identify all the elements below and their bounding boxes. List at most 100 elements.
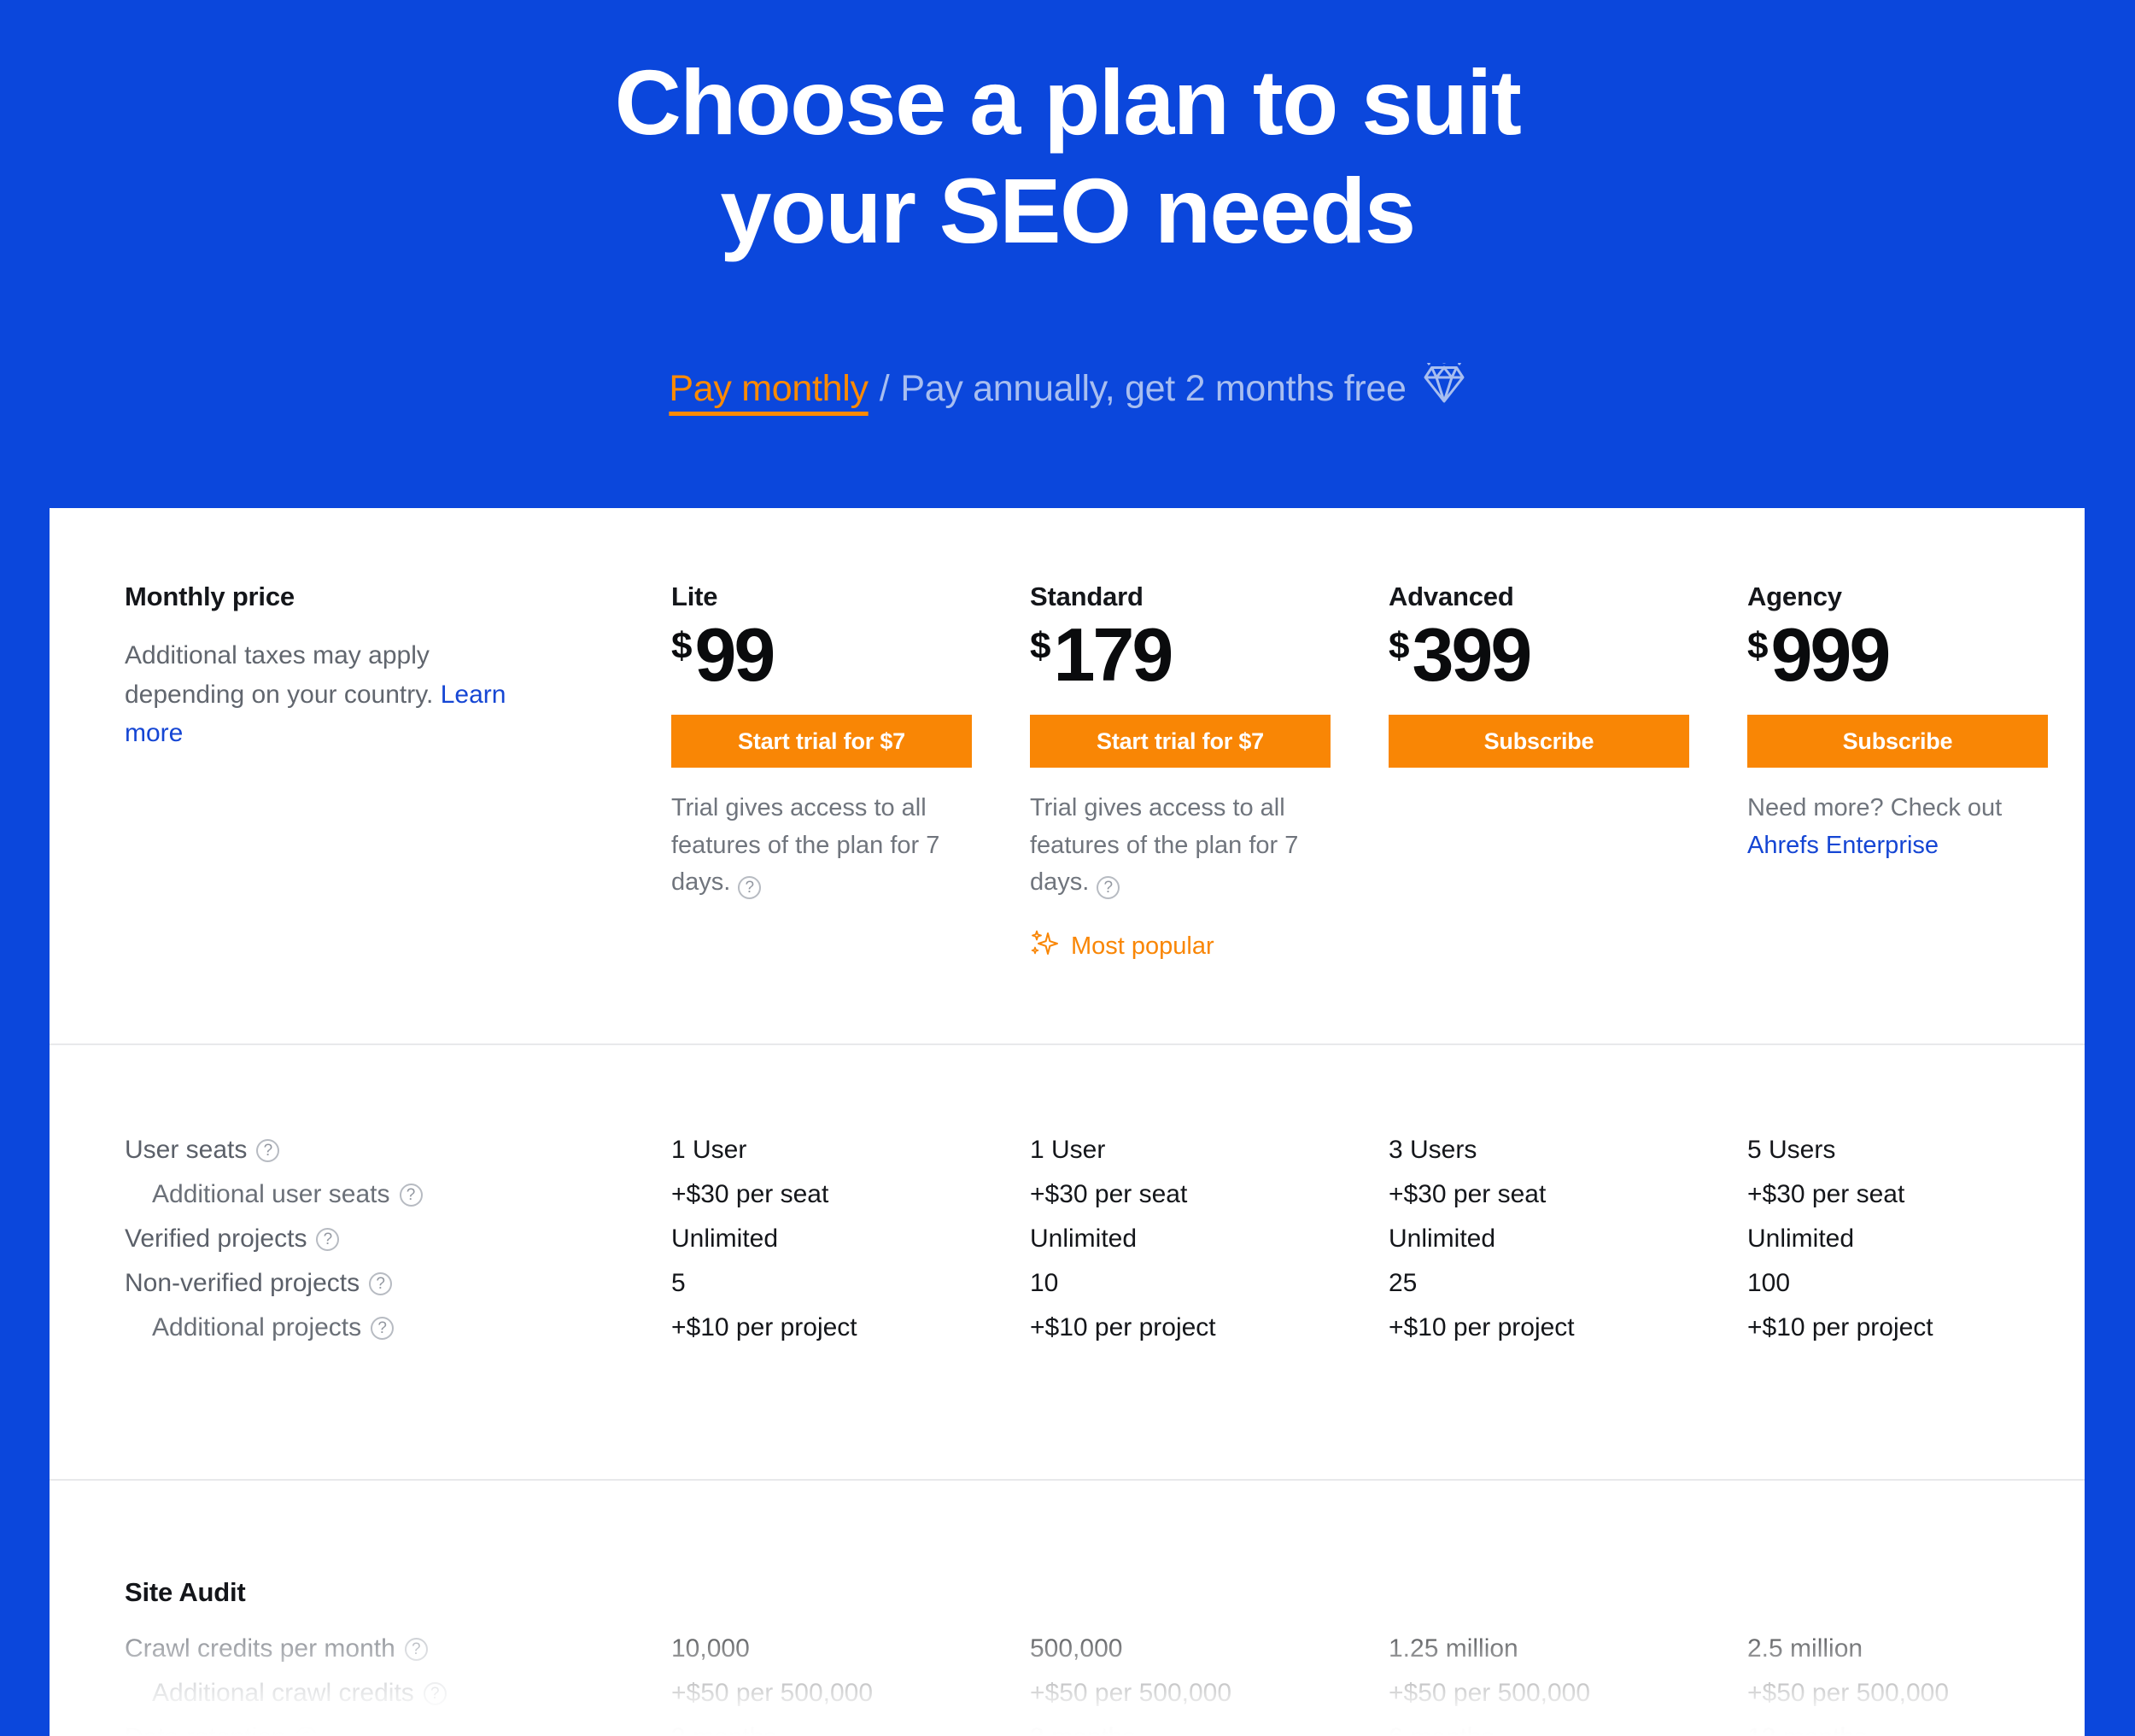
feature-value: 10 <box>1030 1269 1059 1297</box>
billing-period-toggle: Pay monthly / Pay annually, get 2 months… <box>0 359 2135 418</box>
feature-value: +$50 per 500,000 <box>1030 1679 1232 1707</box>
site-audit-heading-row: Site Audit <box>50 1558 2085 1627</box>
currency-symbol: $ <box>1030 625 1051 667</box>
plan-price: $ 179 <box>1030 617 1389 693</box>
table-row: Verified projects? Unlimited Unlimited U… <box>50 1217 2085 1261</box>
feature-value: 25 <box>1389 1269 1418 1297</box>
feature-value: 100 <box>1747 1269 1791 1297</box>
table-row: Data retention? 3 months 3 months 6 mont… <box>50 1716 2085 1736</box>
help-icon[interactable]: ? <box>399 1183 423 1207</box>
feature-label: Non-verified projects? <box>125 1269 671 1298</box>
feature-value: 2.5 million <box>1747 1634 1863 1663</box>
start-trial-button[interactable]: Start trial for $7 <box>1030 715 1331 768</box>
feature-value: 1 User <box>671 1136 747 1164</box>
feature-value: +$30 per seat <box>1030 1180 1188 1208</box>
price-amount: 99 <box>694 612 775 697</box>
price-amount: 999 <box>1770 612 1891 697</box>
tax-disclaimer: Additional taxes may apply depending on … <box>125 636 552 753</box>
most-popular-label: Most popular <box>1071 932 1214 960</box>
plan-trial-note: Trial gives access to all features of th… <box>671 790 972 902</box>
table-row: Crawl credits per month? 10,000 500,000 … <box>50 1627 2085 1671</box>
table-row: Additional projects? +$10 per project +$… <box>50 1306 2085 1350</box>
diamond-icon <box>1422 359 1466 418</box>
feature-value: 5 Users <box>1747 1136 1836 1164</box>
help-icon[interactable]: ? <box>404 1637 428 1661</box>
start-trial-button[interactable]: Start trial for $7 <box>671 715 972 768</box>
plan-trial-note-text: Trial gives access to all features of th… <box>1030 794 1299 896</box>
billing-monthly-option[interactable]: Pay monthly <box>669 368 869 410</box>
feature-label-text: Crawl credits per month <box>125 1634 395 1663</box>
currency-symbol: $ <box>1747 625 1769 667</box>
feature-label: Additional crawl credits? <box>125 1679 671 1708</box>
help-icon[interactable]: ? <box>738 876 762 899</box>
feature-label: Data retention? <box>125 1723 671 1736</box>
table-row: Additional user seats? +$30 per seat +$3… <box>50 1172 2085 1217</box>
feature-value: 3 Users <box>1389 1136 1477 1164</box>
feature-value: 1.25 million <box>1389 1634 1518 1663</box>
plan-name: Agency <box>1747 582 1842 611</box>
plan-column-advanced: Advanced $ 399 Subscribe <box>1389 582 1747 965</box>
plans-header-row: Monthly price Additional taxes may apply… <box>50 508 2085 965</box>
feature-value: +$50 per 500,000 <box>671 1679 874 1707</box>
help-icon[interactable]: ? <box>369 1271 393 1295</box>
billing-annual-option[interactable]: Pay annually, get 2 months free <box>900 368 1407 410</box>
feature-value: +$10 per project <box>1747 1313 1933 1341</box>
plan-trial-note-text: Trial gives access to all features of th… <box>671 794 940 896</box>
feature-value: 500,000 <box>1030 1634 1123 1663</box>
subscribe-button[interactable]: Subscribe <box>1389 715 1689 768</box>
feature-value: 3 months <box>1030 1723 1389 1736</box>
most-popular-badge: Most popular <box>1030 929 1389 965</box>
plan-price: $ 99 <box>671 617 1030 693</box>
pricing-label-column: Monthly price Additional taxes may apply… <box>125 582 671 965</box>
table-row: User seats? 1 User 1 User 3 Users 5 User… <box>50 1128 2085 1172</box>
feature-label-text: Data retention <box>125 1723 285 1736</box>
feature-value: +$50 per 500,000 <box>1747 1679 1950 1707</box>
help-icon[interactable]: ? <box>423 1681 447 1705</box>
feature-value: +$10 per project <box>1389 1313 1575 1341</box>
help-icon[interactable]: ? <box>295 1726 319 1736</box>
feature-label-text: Additional crawl credits <box>152 1679 414 1707</box>
currency-symbol: $ <box>1389 625 1410 667</box>
plan-price: $ 399 <box>1389 617 1747 693</box>
page-title-line-2: your SEO needs <box>720 159 1416 263</box>
enterprise-upsell: Need more? Check out Ahrefs Enterprise <box>1747 790 2063 864</box>
plan-name: Lite <box>671 582 718 611</box>
subscribe-button[interactable]: Subscribe <box>1747 715 2048 768</box>
feature-value: +$30 per seat <box>1747 1180 1905 1208</box>
feature-label: User seats? <box>125 1136 671 1165</box>
feature-value: Unlimited <box>671 1225 779 1253</box>
price-amount: 399 <box>1412 612 1532 697</box>
enterprise-upsell-text: Need more? Check out <box>1747 794 2003 821</box>
feature-value: 3 months <box>671 1723 1030 1736</box>
feature-value: +$50 per 500,000 <box>1389 1679 1591 1707</box>
feature-value: 1 User <box>1030 1136 1106 1164</box>
plan-trial-note: Trial gives access to all features of th… <box>1030 790 1331 902</box>
currency-symbol: $ <box>671 625 693 667</box>
help-icon[interactable]: ? <box>256 1138 280 1162</box>
general-features-table: User seats? 1 User 1 User 3 Users 5 User… <box>50 1128 2085 1350</box>
help-icon[interactable]: ? <box>316 1227 340 1251</box>
table-row: Non-verified projects? 5 10 25 100 <box>50 1261 2085 1306</box>
feature-label-text: Additional projects <box>152 1313 362 1341</box>
plan-column-standard: Standard $ 179 Start trial for $7 Trial … <box>1030 582 1389 965</box>
feature-value: 5 <box>671 1269 686 1297</box>
page-title: Choose a plan to suit your SEO needs <box>0 48 2135 266</box>
table-row: Additional crawl credits? +$50 per 500,0… <box>50 1671 2085 1716</box>
plan-column-lite: Lite $ 99 Start trial for $7 Trial gives… <box>671 582 1030 965</box>
ahrefs-enterprise-link[interactable]: Ahrefs Enterprise <box>1747 832 1939 859</box>
help-icon[interactable]: ? <box>371 1316 395 1340</box>
help-icon[interactable]: ? <box>1097 876 1120 899</box>
feature-label-text: User seats <box>125 1136 248 1164</box>
billing-separator: / <box>879 367 890 409</box>
feature-value: +$10 per project <box>671 1313 857 1341</box>
hero-section: Choose a plan to suit your SEO needs Pay… <box>0 0 2135 417</box>
feature-value: Unlimited <box>1030 1225 1138 1253</box>
price-amount: 179 <box>1053 612 1173 697</box>
feature-label-text: Verified projects <box>125 1225 307 1253</box>
plan-name: Advanced <box>1389 582 1514 611</box>
plan-column-agency: Agency $ 999 Subscribe Need more? Check … <box>1747 582 2085 965</box>
monthly-price-label: Monthly price <box>125 582 295 611</box>
feature-label: Crawl credits per month? <box>125 1634 671 1663</box>
feature-value: +$30 per seat <box>671 1180 829 1208</box>
feature-value: 10,000 <box>671 1634 750 1663</box>
